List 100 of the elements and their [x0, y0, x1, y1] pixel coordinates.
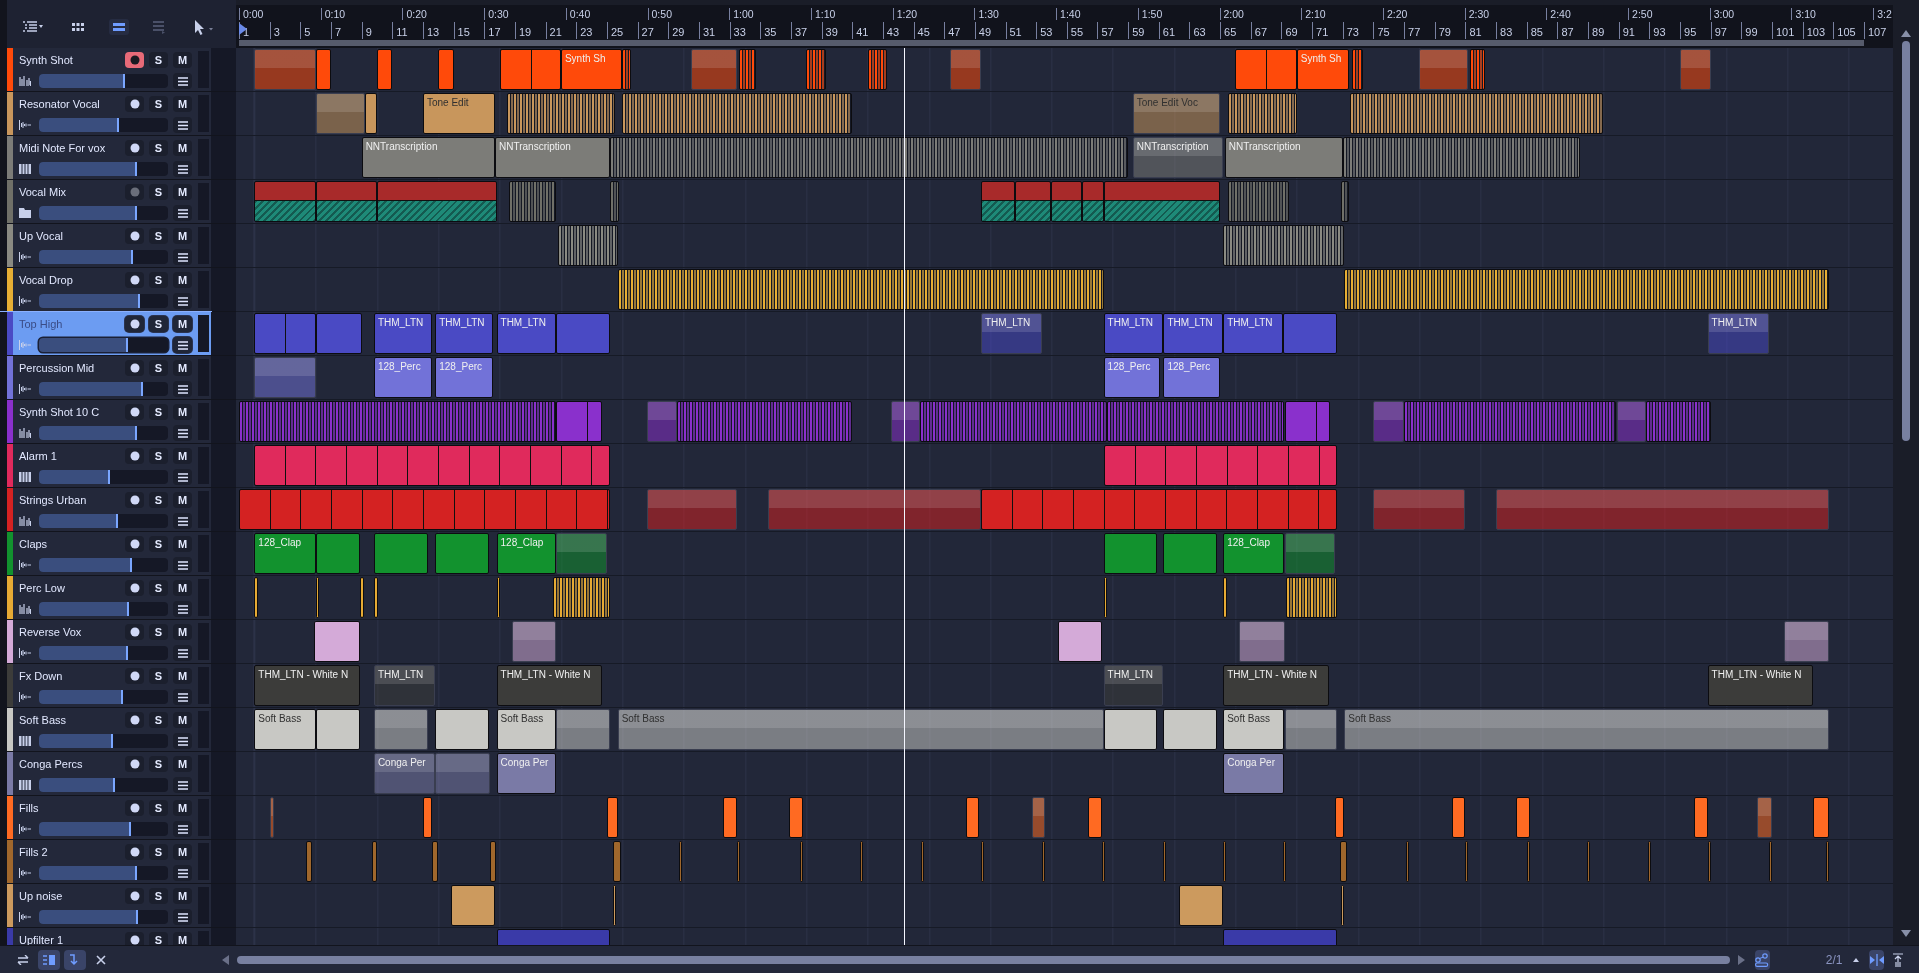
- mute-button[interactable]: M: [173, 448, 192, 464]
- clip[interactable]: 128_Perc: [435, 357, 494, 398]
- solo-button[interactable]: S: [149, 228, 168, 244]
- solo-button[interactable]: S: [149, 96, 168, 112]
- clip[interactable]: Soft Bass: [617, 709, 1104, 750]
- clip[interactable]: Soft Bass: [254, 709, 316, 750]
- track-lane[interactable]: 128_Clap 128_Clap 128_Clap: [236, 532, 1893, 576]
- mute-button[interactable]: M: [173, 756, 192, 772]
- clip[interactable]: NNTranscription: [495, 137, 610, 178]
- solo-button[interactable]: S: [149, 272, 168, 288]
- clip[interactable]: 128_Clap: [496, 533, 557, 574]
- time-label: 2:20: [1382, 8, 1408, 20]
- clip[interactable]: THM_LTN: [1103, 313, 1164, 354]
- bar-number: 17: [484, 22, 501, 39]
- clip[interactable]: Soft Bass: [1344, 709, 1829, 750]
- mute-button[interactable]: M: [173, 272, 192, 288]
- mute-button[interactable]: M: [173, 624, 192, 640]
- clip[interactable]: Soft Bass: [496, 709, 557, 750]
- mute-button[interactable]: M: [173, 360, 192, 376]
- bar-number: 85: [1526, 22, 1543, 39]
- track-lane[interactable]: Conga Per Conga Per Conga Per: [236, 752, 1893, 796]
- clip[interactable]: 128_Perc: [373, 357, 433, 398]
- solo-button[interactable]: S: [149, 492, 168, 508]
- solo-button[interactable]: S: [149, 448, 168, 464]
- mute-button[interactable]: M: [173, 96, 192, 112]
- mute-button[interactable]: M: [173, 492, 192, 508]
- clip[interactable]: THM_LTN: [496, 313, 557, 354]
- track-lane[interactable]: 128_Perc 128_Perc 128_Perc 128_Perc: [236, 356, 1893, 400]
- mute-button[interactable]: M: [173, 404, 192, 420]
- clip[interactable]: Conga Per: [496, 753, 557, 794]
- mute-button[interactable]: M: [173, 580, 192, 596]
- mute-button[interactable]: M: [173, 316, 192, 332]
- time-label: 0:50: [647, 8, 672, 20]
- mute-button[interactable]: M: [173, 800, 192, 816]
- clip[interactable]: 128_Perc: [1163, 357, 1221, 398]
- solo-button[interactable]: S: [149, 536, 168, 552]
- solo-button[interactable]: S: [149, 52, 168, 68]
- clip[interactable]: THM_LTN: [1223, 313, 1283, 354]
- solo-button[interactable]: S: [149, 668, 168, 684]
- solo-button[interactable]: S: [149, 712, 168, 728]
- clip[interactable]: NNTranscription: [1132, 137, 1224, 178]
- solo-button[interactable]: S: [149, 316, 168, 332]
- solo-button[interactable]: S: [149, 756, 168, 772]
- time-label: 0:10: [320, 8, 346, 20]
- solo-button[interactable]: S: [149, 624, 168, 640]
- clip[interactable]: THM_LTN: [435, 313, 494, 354]
- clip[interactable]: Conga Per: [1223, 753, 1285, 794]
- track-lane[interactable]: THM_LTN THM_LTN THM_LTN THM_LTN THM_LTN THM_LTN THM_LTN THM_LTN: [236, 312, 1893, 356]
- clip[interactable]: THM_LTN: [373, 665, 436, 706]
- clip[interactable]: THM_LTN: [1707, 313, 1769, 354]
- clip[interactable]: THM_LTN: [1103, 665, 1164, 706]
- solo-button[interactable]: S: [149, 184, 168, 200]
- track-lane[interactable]: NNTranscription NNTranscription NNTranscription NNTranscription: [236, 136, 1893, 180]
- solo-button[interactable]: S: [149, 932, 168, 945]
- mute-button[interactable]: M: [173, 140, 192, 156]
- solo-button[interactable]: S: [149, 580, 168, 596]
- clip[interactable]: Soft Bass: [1223, 709, 1285, 750]
- track-header[interactable]: Vocal Drop S M: [0, 268, 211, 312]
- clip[interactable]: NNTranscription: [361, 137, 495, 178]
- solo-button[interactable]: S: [149, 800, 168, 816]
- clip[interactable]: THM_LTN - White N: [254, 665, 361, 706]
- track-lane[interactable]: Soft Bass Soft Bass Soft Bass Soft Bass Soft Bass: [236, 708, 1893, 752]
- mute-button[interactable]: M: [173, 932, 192, 945]
- bar-number: 59: [1128, 22, 1145, 39]
- clip[interactable]: Conga Per: [373, 753, 436, 794]
- mute-button[interactable]: M: [173, 888, 192, 904]
- track-lane[interactable]: Tone Edit Tone Edit Voc: [236, 92, 1893, 136]
- mute-button[interactable]: M: [173, 844, 192, 860]
- track-lane[interactable]: THM_LTN - White N THM_LTN THM_LTN - White N THM_LTN THM_LTN - White N THM_LTN - White N: [236, 664, 1893, 708]
- solo-button[interactable]: S: [149, 140, 168, 156]
- solo-button[interactable]: S: [149, 360, 168, 376]
- clip[interactable]: Tone Edit: [422, 93, 495, 134]
- clip[interactable]: 128_Perc: [1103, 357, 1161, 398]
- clip[interactable]: NNTranscription: [1224, 137, 1343, 178]
- zoom-ratio[interactable]: 2/1: [1825, 952, 1843, 967]
- clip[interactable]: THM_LTN: [373, 313, 433, 354]
- time-label: 0:20: [402, 8, 427, 20]
- solo-button[interactable]: S: [149, 888, 168, 904]
- clip[interactable]: THM_LTN: [1163, 313, 1224, 354]
- mute-button[interactable]: M: [173, 228, 192, 244]
- clip[interactable]: THM_LTN - White N: [1707, 665, 1814, 706]
- bar-number: 61: [1158, 22, 1176, 39]
- track-name: Reverse Vox: [19, 626, 83, 638]
- mute-button[interactable]: M: [173, 536, 192, 552]
- bar-number: 7: [330, 22, 342, 39]
- clip[interactable]: THM_LTN - White N: [496, 665, 603, 706]
- mute-button[interactable]: M: [173, 668, 192, 684]
- clip[interactable]: 128_Clap: [1223, 533, 1285, 574]
- mute-button[interactable]: M: [173, 712, 192, 728]
- solo-button[interactable]: S: [149, 404, 168, 420]
- solo-button[interactable]: S: [149, 844, 168, 860]
- clip[interactable]: THM_LTN: [980, 313, 1043, 354]
- mute-button[interactable]: M: [173, 52, 192, 68]
- bar-number: 45: [913, 22, 930, 39]
- clip[interactable]: 128_Clap: [254, 533, 316, 574]
- track-name: Alarm 1: [19, 450, 58, 462]
- bar-number: 93: [1649, 22, 1666, 39]
- mute-button[interactable]: M: [173, 184, 192, 200]
- bar-number: 39: [821, 22, 838, 39]
- clip[interactable]: THM_LTN - White N: [1223, 665, 1329, 706]
